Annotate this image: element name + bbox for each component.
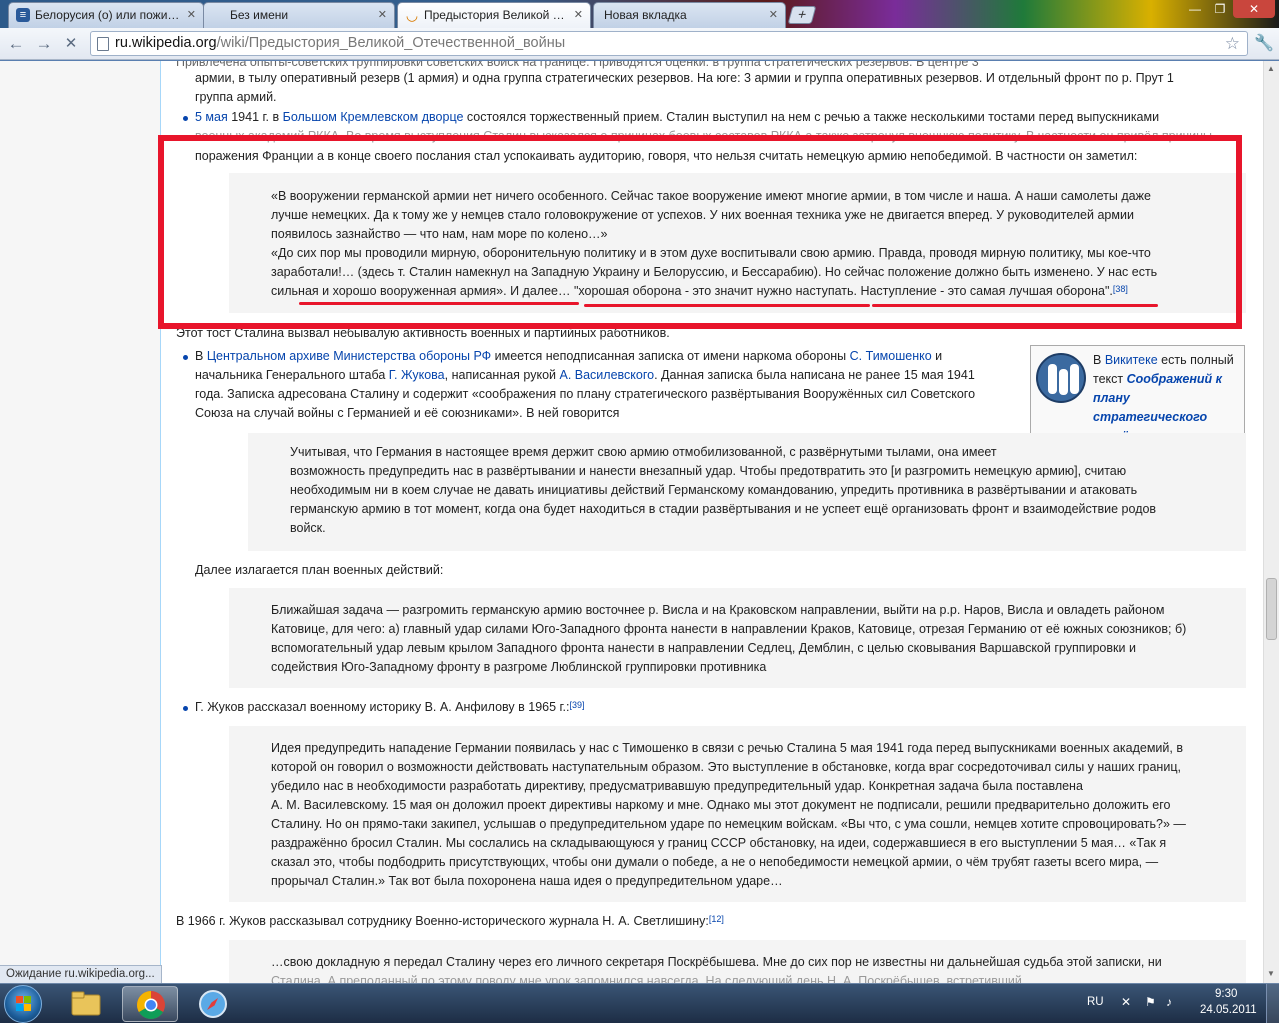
timoshenko-link[interactable]: С. Тимошенко	[850, 349, 932, 363]
maximize-icon[interactable]: ❐	[1207, 0, 1233, 18]
wrench-menu-icon[interactable]: 🔧	[1252, 32, 1276, 56]
bullet	[183, 706, 188, 711]
tab-label: Предыстория Великой …	[424, 8, 565, 22]
page-icon: ≡	[16, 8, 30, 22]
quote-line: содействия Юго-Западному фронту в разгро…	[271, 660, 767, 674]
paragraph-line: В 1966 г. Жуков рассказывал сотруднику В…	[176, 914, 724, 928]
status-bubble: Ожидание ru.wikipedia.org...	[0, 965, 162, 983]
bullet	[183, 116, 188, 121]
vasilevsky-link[interactable]: А. Василевского	[559, 368, 654, 382]
quote-line: убедило нас в необходимости разработать …	[271, 779, 1083, 793]
zhukov-link[interactable]: Г. Жукова	[389, 368, 445, 382]
network-icon[interactable]: ✕	[1121, 995, 1131, 1009]
tab-label: Без имени	[230, 8, 289, 22]
compass-icon	[199, 990, 227, 1018]
language-indicator[interactable]: RU	[1087, 996, 1104, 1008]
back-arrow-icon[interactable]: ←	[4, 32, 28, 56]
kremlin-palace-link[interactable]: Большом Кремлевском дворце	[283, 110, 464, 124]
bookmark-star-icon[interactable]: ☆	[1225, 33, 1240, 55]
start-button[interactable]	[4, 985, 42, 1023]
tab-label: Белорусия (о) или пожи…	[35, 8, 180, 22]
quote-block: Идея предупредить нападение Германии поя…	[229, 726, 1246, 902]
red-underline	[299, 302, 579, 305]
close-window-icon[interactable]: ✕	[1233, 0, 1275, 18]
quote-line: …свою докладную я передал Сталину через …	[271, 955, 1162, 969]
wikisource-link[interactable]: Викитеке	[1105, 353, 1158, 367]
date-link[interactable]: 5 мая	[195, 110, 228, 124]
close-icon[interactable]: ✕	[574, 3, 583, 27]
tab-predystoria[interactable]: ◡ Предыстория Великой … ✕	[397, 2, 591, 28]
clock-date[interactable]: 24.05.2011	[1200, 1004, 1257, 1016]
forward-arrow-icon[interactable]: →	[32, 32, 56, 56]
chrome-icon	[137, 991, 165, 1019]
archive-link[interactable]: Центральном архиве Министерства обороны …	[207, 349, 491, 363]
chrome-taskbar-button[interactable]	[122, 986, 178, 1022]
new-tab-button[interactable]: +	[787, 6, 817, 24]
red-underline	[872, 304, 1158, 307]
quote-block: Ближайшая задача — разгромить германскую…	[229, 588, 1246, 688]
paragraph-line: Далее излагается план военных действий:	[195, 563, 444, 577]
scroll-down-icon[interactable]: ▼	[1267, 969, 1275, 978]
quote-block: Учитывая, что Германия в настоящее время…	[248, 433, 1246, 551]
quote-line: германскую армию в тот момент, когда она…	[290, 502, 1157, 516]
quote-line: А. М. Василевскому. 15 мая он доложил пр…	[271, 798, 1171, 812]
quote-line: Идея предупредить нападение Германии поя…	[271, 741, 1183, 755]
quote-line: прорычал Сталин.» Так вот была похоронен…	[271, 874, 783, 888]
wiki-left-panel	[0, 61, 161, 983]
wikisource-logo	[1036, 353, 1086, 403]
quote-line: Учитывая, что Германия в настоящее время…	[290, 445, 997, 459]
vertical-scrollbar[interactable]: ▲ ▼	[1263, 61, 1279, 983]
scroll-up-icon[interactable]: ▲	[1267, 64, 1275, 73]
volume-icon[interactable]: ♪	[1166, 995, 1172, 1009]
red-underline	[584, 304, 870, 307]
explorer-taskbar-button[interactable]	[58, 986, 114, 1022]
paragraph-line: армии, в тылу оперативный резерв (1 арми…	[195, 71, 1174, 85]
close-icon[interactable]: ✕	[378, 3, 387, 27]
quote-line: Ближайшая задача — разгромить германскую…	[271, 603, 1165, 617]
tab-new[interactable]: Новая вкладка ✕	[593, 2, 786, 28]
scroll-thumb[interactable]	[1266, 578, 1277, 640]
obscured-line: Сталина. А преподанный по этому поводу м…	[271, 974, 1022, 983]
quote-line: сказал это, чтобы подбодрить присутствую…	[271, 855, 1159, 869]
quote-line: вспомогательный удар левым крылом Западн…	[271, 641, 1136, 655]
close-icon[interactable]: ✕	[769, 3, 778, 27]
browser-toolbar: ← → ✕ ru.wikipedia.org/wiki/Предыстория_…	[0, 28, 1279, 60]
browser-tab-strip: ≡ Белорусия (о) или пожи… ✕ Без имени ✕ …	[0, 0, 1279, 28]
safari-taskbar-button[interactable]	[185, 986, 241, 1022]
tab-label: Новая вкладка	[604, 8, 687, 22]
clock-time[interactable]: 9:30	[1215, 988, 1237, 1000]
page-icon	[97, 37, 109, 51]
quote-line: раздражённо бросил Сталин. Мы сослались …	[271, 836, 1167, 850]
address-bar[interactable]: ru.wikipedia.org/wiki/Предыстория_Велико…	[90, 31, 1248, 56]
url-text: ru.wikipedia.org/wiki/Предыстория_Велико…	[115, 35, 566, 51]
show-desktop-button[interactable]	[1266, 984, 1279, 1023]
quote-line: которой он говорил о возможности действо…	[271, 760, 1181, 774]
folder-icon	[71, 991, 101, 1016]
tab-belorussia[interactable]: ≡ Белорусия (о) или пожи… ✕	[8, 2, 204, 28]
flag-icon[interactable]: ⚑	[1145, 995, 1156, 1009]
bullet	[183, 355, 188, 360]
tab-untitled[interactable]: Без имени ✕	[203, 2, 395, 28]
reference-link[interactable]: [39]	[570, 700, 585, 710]
paragraph-line: Г. Жуков рассказал военному историку В. …	[195, 700, 585, 714]
minimize-icon[interactable]: —	[1182, 0, 1208, 18]
paragraph-line: группа армий.	[195, 90, 277, 104]
quote-line: необходимым ни в коем случае не давать и…	[290, 483, 1138, 497]
reference-link[interactable]: [12]	[709, 914, 724, 924]
windows-taskbar: RU ✕ ⚑ ♪ 9:30 24.05.2011	[0, 983, 1279, 1023]
page-content: Привлечена опыты-советских группировки с…	[0, 61, 1263, 983]
quote-line: Сталину. Но он прямо-таки закипел, услыш…	[271, 817, 1186, 831]
quote-line: войск.	[290, 521, 326, 535]
stop-icon[interactable]: ✕	[59, 32, 83, 56]
quote-line: возможность предупредить нас в развёртыв…	[290, 464, 1127, 478]
loading-icon: ◡	[405, 7, 419, 23]
quote-block: …свою докладную я передал Сталину через …	[229, 940, 1246, 983]
paragraph-line: 5 мая 1941 г. в Большом Кремлевском двор…	[195, 110, 1160, 124]
red-annotation-box	[158, 135, 1242, 329]
wikisource-text: В Викитеке есть полный текст Соображений…	[1093, 351, 1243, 446]
windows-logo-icon	[16, 996, 32, 1012]
quote-line: Катовице, для чего: а) главный удар сила…	[271, 622, 1187, 636]
close-icon[interactable]: ✕	[187, 3, 196, 27]
